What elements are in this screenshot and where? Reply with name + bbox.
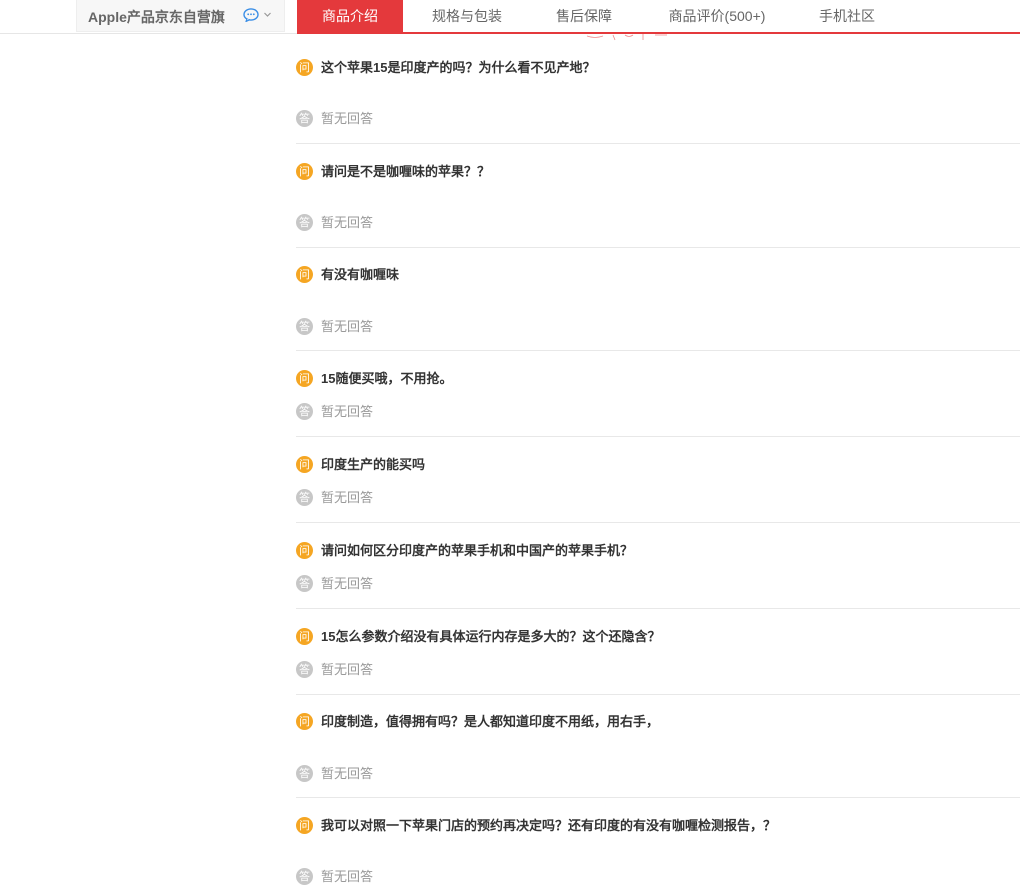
question-text[interactable]: 15随便买哦，不用抢。 — [321, 370, 452, 387]
answer-badge: 答 — [296, 403, 313, 420]
answer-text: 暂无回答 — [321, 766, 374, 781]
question-badge: 问 — [296, 542, 313, 559]
qa-item: 问 请问如何区分印度产的苹果手机和中国产的苹果手机？ 答 暂无回答 — [296, 541, 1020, 609]
answer-badge: 答 — [296, 575, 313, 592]
tab-underline — [403, 32, 1020, 34]
question-badge: 问 — [296, 163, 313, 180]
question-badge: 问 — [296, 59, 313, 76]
tab-specs-packaging[interactable]: 规格与包装 — [403, 0, 531, 34]
answer-badge: 答 — [296, 489, 313, 506]
shop-name[interactable]: Apple产品京东自营旗 — [88, 7, 225, 27]
question-badge: 问 — [296, 266, 313, 283]
qa-item: 问 15怎么参数介绍没有具体运行内存是多大的？这个还隐含？ 答 暂无回答 — [296, 627, 1020, 695]
question-text[interactable]: 印度生产的能买吗 — [321, 456, 425, 473]
answer-text: 暂无回答 — [321, 215, 374, 230]
decorative-scribble — [586, 34, 667, 41]
answer-text: 暂无回答 — [321, 490, 374, 505]
question-text[interactable]: 请问如何区分印度产的苹果手机和中国产的苹果手机？ — [321, 542, 633, 559]
chevron-down-icon[interactable] — [263, 10, 272, 19]
qa-item: 问 这个苹果15是印度产的吗？为什么看不见产地？ 答 暂无回答 — [296, 58, 1020, 144]
shop-selector[interactable]: Apple产品京东自营旗 — [76, 0, 285, 32]
qa-item: 问 印度生产的能买吗 答 暂无回答 — [296, 455, 1020, 523]
question-text[interactable]: 有没有咖喱味 — [321, 266, 399, 283]
tab-phone-community[interactable]: 手机社区 — [797, 0, 897, 34]
answer-text: 暂无回答 — [321, 576, 374, 591]
tab-after-sales[interactable]: 售后保障 — [531, 0, 637, 34]
answer-text: 暂无回答 — [321, 869, 374, 884]
qa-item: 问 有没有咖喱味 答 暂无回答 — [296, 266, 1020, 351]
answer-badge: 答 — [296, 661, 313, 678]
answer-badge: 答 — [296, 318, 313, 335]
answer-badge: 答 — [296, 765, 313, 782]
qa-item: 问 请问是不是咖喱味的苹果？？ 答 暂无回答 — [296, 162, 1020, 248]
answer-badge: 答 — [296, 868, 313, 885]
tab-product-intro[interactable]: 商品介绍 — [297, 0, 403, 34]
question-badge: 问 — [296, 370, 313, 387]
qa-item: 问 印度制造，值得拥有吗？是人都知道印度不用纸，用右手， 答 暂无回答 — [296, 713, 1020, 798]
chat-icon[interactable] — [243, 8, 259, 22]
question-badge: 问 — [296, 713, 313, 730]
tab-reviews[interactable]: 商品评价(500+) — [637, 0, 797, 34]
question-text[interactable]: 15怎么参数介绍没有具体运行内存是多大的？这个还隐含？ — [321, 628, 660, 645]
question-badge: 问 — [296, 456, 313, 473]
top-bar: Apple产品京东自营旗 商品介绍 规格与包装 售后保障 商品评价(500+) … — [0, 0, 1020, 41]
answer-text: 暂无回答 — [321, 662, 374, 677]
question-text[interactable]: 我可以对照一下苹果门店的预约再决定吗？还有印度的有没有咖喱检测报告，？ — [321, 817, 776, 834]
answer-badge: 答 — [296, 110, 313, 127]
question-text[interactable]: 请问是不是咖喱味的苹果？？ — [321, 163, 490, 180]
question-badge: 问 — [296, 817, 313, 834]
question-text[interactable]: 这个苹果15是印度产的吗？为什么看不见产地？ — [321, 59, 595, 76]
answer-text: 暂无回答 — [321, 319, 374, 334]
answer-text: 暂无回答 — [321, 111, 374, 126]
qa-item: 问 15随便买哦，不用抢。 答 暂无回答 — [296, 369, 1020, 437]
question-badge: 问 — [296, 628, 313, 645]
answer-badge: 答 — [296, 214, 313, 231]
answer-text: 暂无回答 — [321, 404, 374, 419]
qa-item: 问 我可以对照一下苹果门店的预约再决定吗？还有印度的有没有咖喱检测报告，？ 答 … — [296, 816, 1020, 895]
question-text[interactable]: 印度制造，值得拥有吗？是人都知道印度不用纸，用右手， — [321, 713, 659, 730]
